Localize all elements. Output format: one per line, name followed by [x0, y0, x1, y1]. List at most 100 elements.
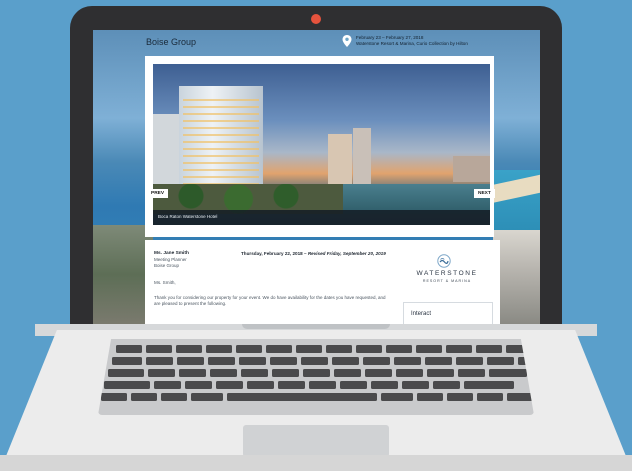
- key: [489, 369, 527, 377]
- trackpad: [243, 425, 389, 457]
- key: [101, 393, 127, 401]
- photo-building: [153, 114, 181, 194]
- contact-title: Meeting Planner: [154, 257, 187, 262]
- key: [396, 369, 423, 377]
- photo-caption-bar: Boca Raton Waterstone Hotel: [153, 210, 490, 225]
- key: [131, 393, 157, 401]
- brand-title: Boise Group: [146, 37, 197, 47]
- key: [381, 393, 413, 401]
- gallery-prev-button[interactable]: PREV: [147, 189, 169, 198]
- key-row: [112, 357, 534, 365]
- key: [447, 393, 473, 401]
- key: [241, 369, 268, 377]
- logo-subtitle: RESORT & MARINA: [422, 279, 472, 283]
- key: [154, 381, 181, 389]
- background-city-right: [493, 230, 540, 324]
- laptop-hinge: [242, 324, 390, 329]
- key: [272, 369, 299, 377]
- key: [179, 369, 206, 377]
- letter-salutation: Ms. Smith,: [154, 280, 176, 285]
- gallery-photo: Boca Raton Waterstone Hotel: [153, 64, 490, 225]
- event-info: February 23 – February 27, 2018 Watersto…: [356, 35, 468, 46]
- key: [177, 357, 204, 365]
- key-row: [116, 345, 530, 353]
- key: [417, 393, 443, 401]
- key: [371, 381, 398, 389]
- key-row: [108, 369, 527, 377]
- key: [326, 345, 352, 353]
- key: [456, 357, 483, 365]
- key: [433, 381, 460, 389]
- key: [278, 381, 305, 389]
- key: [216, 381, 243, 389]
- key: [425, 357, 452, 365]
- letter-date-text: Thursday, February 22, 2018: [241, 251, 303, 256]
- key-row: [101, 393, 533, 401]
- key: [386, 345, 412, 353]
- contact-name: Ms. Jane Smith: [154, 251, 189, 256]
- key: [191, 393, 223, 401]
- waterstone-logo-icon: [437, 254, 451, 268]
- webcam-icon: [311, 14, 321, 24]
- contact-org: Boise Group: [154, 263, 180, 268]
- key: [104, 381, 150, 389]
- key: [161, 393, 187, 401]
- key: [270, 357, 297, 365]
- key: [239, 357, 266, 365]
- topbar: Boise Group February 23 – February 27, 2…: [93, 30, 540, 56]
- key: [108, 369, 144, 377]
- key: [176, 345, 202, 353]
- key: [146, 357, 173, 365]
- key: [476, 345, 502, 353]
- key: [487, 357, 514, 365]
- key: [303, 369, 330, 377]
- key: [477, 393, 503, 401]
- key: [340, 381, 367, 389]
- key: [247, 381, 274, 389]
- event-venue: Waterstone Resort & Marina, Curio Collec…: [356, 40, 468, 46]
- key: [394, 357, 421, 365]
- key: [507, 393, 533, 401]
- interact-label[interactable]: Interact: [411, 311, 431, 317]
- key: [334, 369, 361, 377]
- key: [332, 357, 359, 365]
- map-pin-icon: [342, 35, 352, 47]
- key: [416, 345, 442, 353]
- key-row: [104, 381, 514, 389]
- key: [146, 345, 172, 353]
- background-city-left: [93, 225, 153, 324]
- key: [296, 345, 322, 353]
- key: [208, 357, 235, 365]
- key: [301, 357, 328, 365]
- key: [266, 345, 292, 353]
- key: [458, 369, 485, 377]
- photo-building: [353, 128, 371, 184]
- letter-revised: Revised Friday, September 20, 2019: [307, 251, 386, 256]
- spacebar: [227, 393, 377, 401]
- letter-body: Thank you for considering our property f…: [154, 295, 386, 306]
- key: [148, 369, 175, 377]
- key: [116, 345, 142, 353]
- photo-building: [328, 134, 352, 184]
- key: [356, 345, 382, 353]
- photo-hotel-windows: [183, 94, 259, 184]
- key: [185, 381, 212, 389]
- key: [309, 381, 336, 389]
- key: [464, 381, 514, 389]
- key: [427, 369, 454, 377]
- key: [365, 369, 392, 377]
- key: [363, 357, 390, 365]
- gallery-next-button[interactable]: NEXT: [474, 189, 495, 198]
- key: [206, 345, 232, 353]
- key: [446, 345, 472, 353]
- laptop-base-edge: [0, 455, 632, 471]
- keyboard: [98, 339, 534, 415]
- key: [112, 357, 142, 365]
- key: [210, 369, 237, 377]
- photo-caption: Boca Raton Waterstone Hotel: [158, 214, 218, 219]
- logo-wordmark: WATERSTONE: [416, 270, 478, 277]
- letter-date: Thursday, February 22, 2018 – Revised Fr…: [241, 251, 386, 256]
- key: [236, 345, 262, 353]
- photo-building: [453, 156, 490, 182]
- key: [402, 381, 429, 389]
